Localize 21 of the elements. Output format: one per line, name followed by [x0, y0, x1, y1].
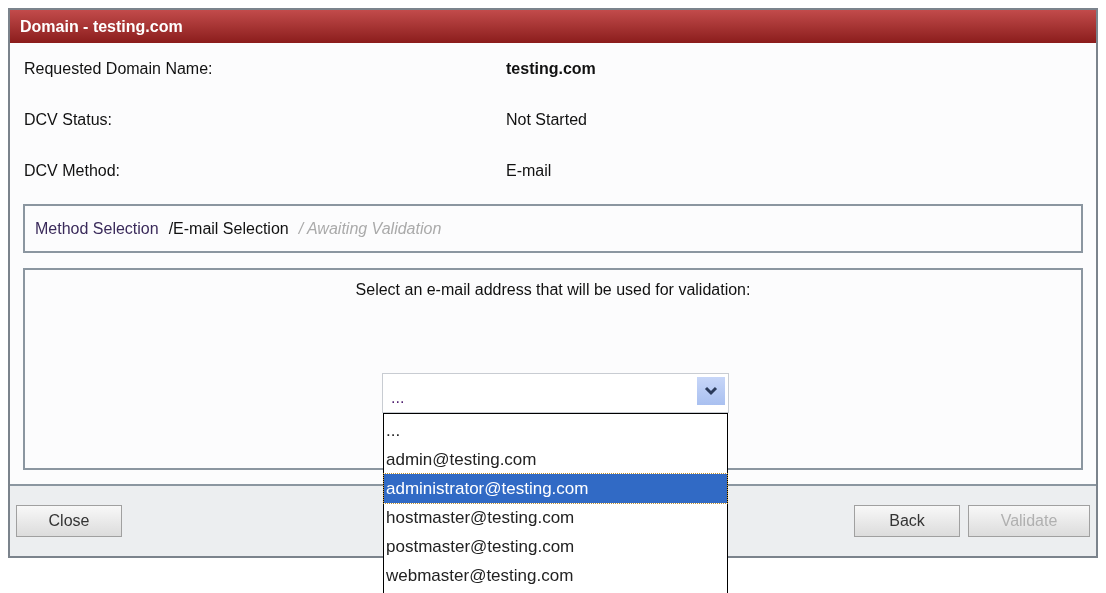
breadcrumb-step: /E-mail Selection	[168, 216, 289, 241]
breadcrumb-step: Method Selection	[35, 216, 159, 241]
email-select[interactable]: ...	[382, 373, 729, 413]
dialog-button[interactable]: Back	[854, 505, 960, 537]
window-title: Domain - testing.com	[10, 10, 1096, 43]
breadcrumb-step: / Awaiting Validation	[298, 216, 442, 241]
dropdown-option[interactable]: administrator@testing.com	[384, 474, 727, 503]
dropdown-option[interactable]: admin@testing.com	[384, 445, 727, 474]
dropdown-option[interactable]: ...	[384, 416, 727, 445]
field-value: testing.com	[506, 59, 596, 79]
field-value: E-mail	[506, 161, 552, 181]
prompt-text: Select an e-mail address that will be used for validation:	[355, 280, 751, 300]
field-label: Requested Domain Name:	[24, 59, 214, 79]
dropdown-option[interactable]: webmaster@testing.com	[384, 561, 727, 590]
field-value: Not Started	[506, 110, 587, 130]
field-label: DCV Method:	[24, 161, 122, 181]
dropdown-option[interactable]: postmaster@testing.com	[384, 532, 727, 561]
dropdown-option[interactable]: hostmaster@testing.com	[384, 503, 727, 532]
dialog-button[interactable]: Close	[16, 505, 122, 537]
field-label: DCV Status:	[24, 110, 114, 130]
chevron-down-icon	[697, 377, 725, 405]
